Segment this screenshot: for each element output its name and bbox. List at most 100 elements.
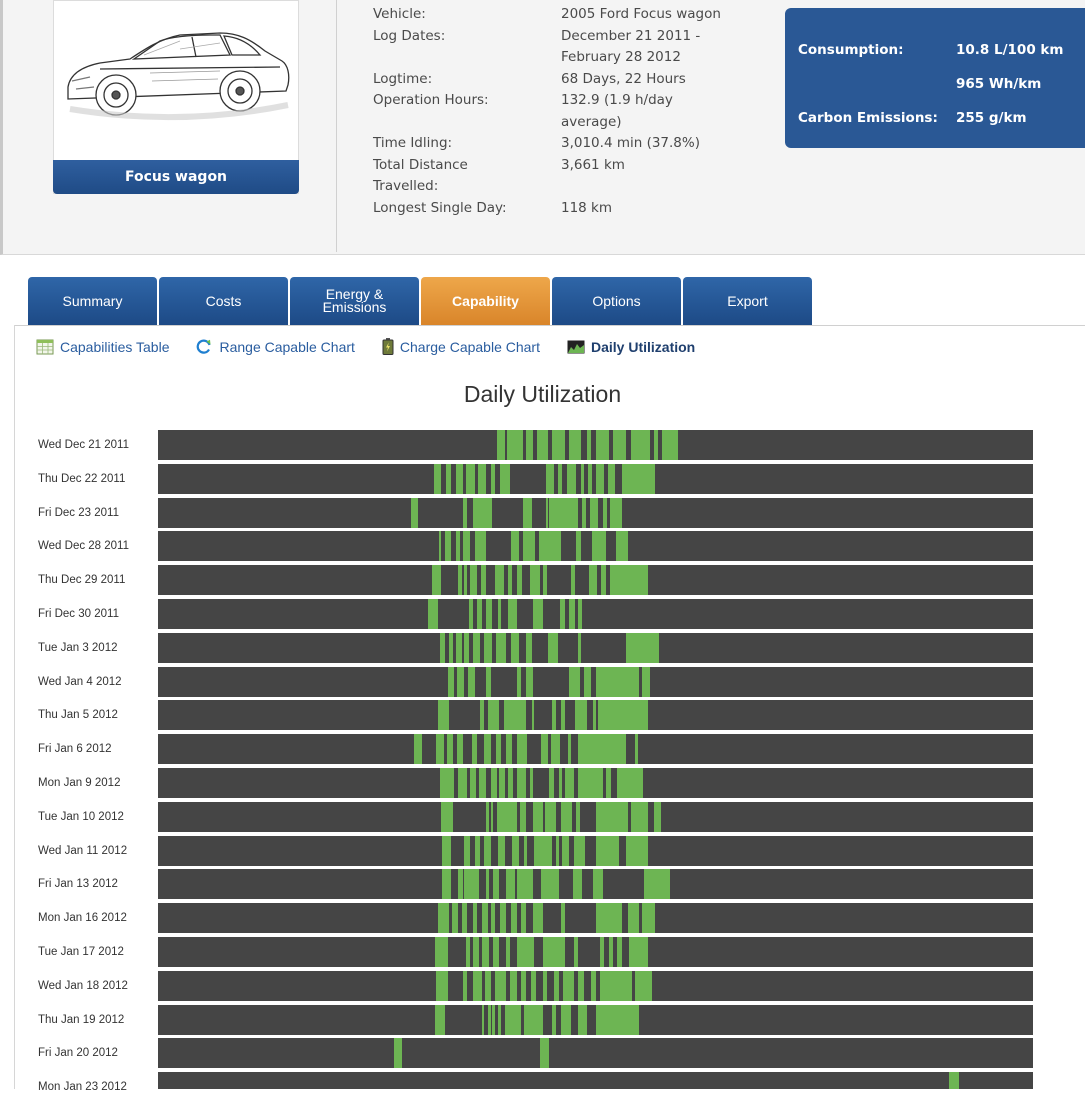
active-segment [508,768,514,798]
active-segment [631,801,648,832]
row-label: Thu Jan 5 2012 [38,709,118,722]
row-label: Fri Dec 30 2011 [38,608,119,620]
active-segment [464,632,469,663]
active-segment [522,497,532,528]
row-label: Fri Jan 6 2012 [38,743,112,756]
row-label: Thu Jan 19 2012 [38,1013,125,1026]
active-segment [557,463,563,494]
active-segment [606,768,612,798]
active-segment [483,632,493,663]
active-segment [551,1004,557,1035]
active-segment [461,903,467,934]
active-segment [549,497,578,528]
active-segment [538,531,561,562]
active-segment [575,700,587,731]
active-segment [516,666,522,697]
active-segment [436,970,448,1001]
row-label: Mon Jan 16 2012 [38,912,127,925]
active-segment [599,937,605,967]
utilization-bar [158,1004,1033,1035]
active-segment [569,666,580,697]
active-segment [463,531,471,562]
active-segment [495,632,507,663]
active-segment [506,869,515,900]
active-segment [470,565,478,596]
active-segment [578,599,583,629]
active-segment [522,531,536,562]
active-segment [474,835,480,866]
active-segment [508,565,513,596]
active-segment [485,970,491,1001]
active-segment [523,1004,543,1035]
active-segment [544,801,557,832]
active-segment [567,734,571,765]
active-segment [499,768,506,798]
active-segment [573,937,578,967]
active-segment [541,734,549,765]
active-segment [592,531,606,562]
active-segment [452,903,459,934]
active-segment [516,937,535,967]
active-segment [543,970,548,1001]
active-segment [627,903,640,934]
active-segment [590,497,599,528]
active-segment [507,430,523,460]
active-segment [495,734,501,765]
active-segment [481,937,489,967]
utilization-bar [158,970,1033,1001]
active-segment [480,565,487,596]
active-segment [473,937,480,967]
active-segment [477,599,482,629]
active-segment [414,734,423,765]
active-segment [586,430,592,460]
active-segment [492,1004,495,1035]
active-segment [578,970,585,1001]
active-segment [541,869,559,900]
utilization-bar [158,565,1033,596]
active-segment [446,734,453,765]
active-segment [497,599,501,629]
active-segment [474,531,487,562]
active-segment [526,430,533,460]
active-segment [463,497,467,528]
utilization-chart: Wed Dec 21 2011 Thu Dec 22 2011 Fri Dec 23… [0,0,1085,1093]
active-segment [532,599,543,629]
active-segment [467,666,475,697]
active-segment [545,497,549,528]
active-segment [462,970,467,1001]
active-segment [490,801,494,832]
active-segment [550,734,560,765]
active-segment [536,430,549,460]
active-segment [641,903,655,934]
utilization-bar [158,835,1033,866]
active-segment [584,666,592,697]
row-label: Fri Jan 13 2012 [38,878,118,891]
active-segment [543,565,548,596]
active-segment [525,666,533,697]
row-label: Tue Jan 3 2012 [38,641,118,654]
active-segment [439,632,445,663]
utilization-bar [158,768,1033,798]
active-segment [578,734,627,765]
active-segment [580,463,585,494]
active-segment [534,835,552,866]
active-segment [436,734,445,765]
active-segment [634,734,638,765]
active-segment [483,835,491,866]
active-segment [615,531,628,562]
active-segment [582,497,586,528]
active-segment [435,1004,445,1035]
active-segment [472,734,478,765]
active-segment [394,1038,403,1069]
active-segment [607,463,615,494]
active-segment [591,970,596,1001]
active-segment [560,801,572,832]
active-segment [600,565,606,596]
active-segment [458,565,462,596]
active-segment [616,768,643,798]
utilization-bar [158,531,1033,562]
active-segment [445,463,452,494]
active-segment [592,869,603,900]
active-segment [563,970,574,1001]
active-segment [511,835,519,866]
